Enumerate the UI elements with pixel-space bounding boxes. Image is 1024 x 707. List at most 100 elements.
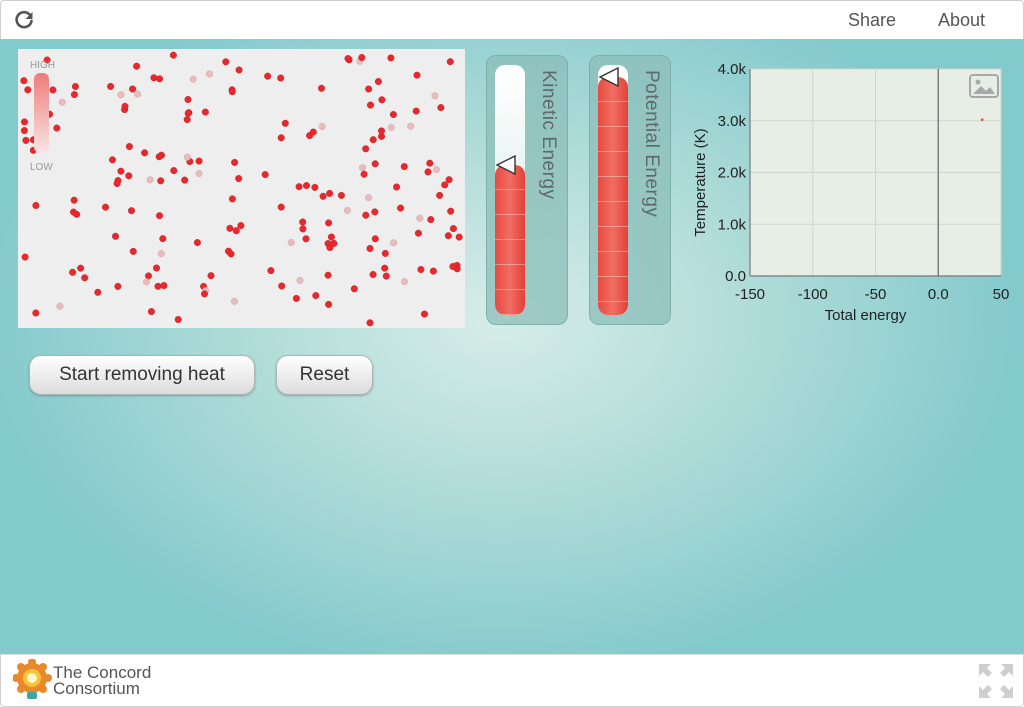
atom [296, 276, 304, 284]
atom [184, 96, 192, 104]
atom [426, 159, 434, 167]
atom [436, 191, 444, 199]
atom [58, 98, 66, 106]
data-point [980, 118, 984, 122]
atom [374, 78, 382, 86]
atom [277, 203, 285, 211]
atom [183, 153, 191, 161]
atom [371, 160, 379, 168]
atom [381, 264, 389, 272]
atom [429, 267, 437, 275]
atom [154, 282, 162, 290]
atom [441, 181, 449, 189]
atom [169, 51, 177, 59]
atom [32, 201, 40, 209]
atom [427, 216, 435, 224]
atom [378, 96, 386, 104]
atom [318, 84, 326, 92]
atoms-canvas [20, 51, 463, 327]
atom [228, 88, 236, 96]
atom [159, 235, 167, 243]
atom [160, 282, 168, 290]
potential-energy-tube [598, 65, 628, 315]
atom [235, 66, 243, 74]
atom [369, 270, 377, 278]
atom [189, 75, 197, 83]
atom [205, 70, 213, 78]
atom [156, 75, 164, 83]
kinetic-energy-gauge: Kinetic Energy [486, 55, 568, 325]
atom [325, 300, 333, 308]
atom [111, 232, 119, 240]
thermometer-high-label: HIGH [30, 60, 55, 71]
molecule-view: HIGH LOW [18, 49, 465, 328]
atom [366, 319, 374, 327]
atom [277, 134, 285, 142]
atom [299, 225, 307, 233]
x-tick-label: 0.0 [928, 286, 949, 303]
atom [237, 222, 245, 230]
kinetic-energy-pointer-icon [495, 155, 516, 175]
concord-consortium-logo [13, 659, 52, 699]
atom [121, 102, 129, 110]
reload-icon[interactable] [13, 9, 35, 31]
atom [393, 183, 401, 191]
atom [327, 233, 335, 241]
atom [21, 118, 28, 126]
atom [277, 74, 285, 82]
atom [155, 153, 163, 161]
atom [21, 253, 29, 261]
fullscreen-icon[interactable] [977, 662, 1015, 700]
kinetic-energy-tube [495, 65, 525, 315]
atom [287, 238, 295, 246]
atom [362, 211, 370, 219]
atom [32, 309, 40, 317]
atom [378, 127, 386, 135]
atom [107, 82, 115, 90]
energy-temperature-graph: -150 -100 -50 0.0 50 4.0k 3.0k 2.0k 1.0k 0.0 Total… [692, 61, 1009, 324]
atom [261, 171, 269, 179]
brand-line-2: Consortium [53, 679, 140, 698]
atom [81, 274, 89, 282]
atom [326, 243, 334, 251]
atom [267, 267, 275, 275]
y-tick-label: 2.0k [718, 165, 747, 182]
atom [344, 55, 352, 63]
atom [141, 149, 149, 157]
start-removing-heat-button[interactable]: Start removing heat [29, 355, 255, 395]
atom [302, 235, 310, 243]
about-link[interactable]: About [938, 10, 985, 31]
atom [292, 294, 300, 302]
atom [69, 268, 77, 276]
atom [365, 85, 373, 93]
atom [444, 232, 452, 240]
x-tick-label: -100 [798, 286, 828, 303]
atom [407, 122, 415, 130]
atom [387, 123, 395, 131]
atom [71, 83, 79, 91]
atom [397, 204, 405, 212]
atom [371, 235, 379, 243]
atom [413, 71, 421, 79]
atom [309, 128, 317, 136]
reset-button[interactable]: Reset [276, 355, 373, 395]
atom [117, 167, 125, 175]
atom [157, 177, 165, 185]
atom [278, 282, 286, 290]
atom [416, 214, 424, 222]
atom [195, 169, 203, 177]
atom [424, 168, 432, 176]
atom [337, 191, 345, 199]
atom [108, 156, 116, 164]
atom [325, 219, 333, 227]
atom [77, 264, 85, 272]
y-tick-label: 0.0 [725, 268, 746, 285]
atom [157, 250, 165, 258]
atom [125, 142, 133, 150]
atom [147, 308, 155, 316]
potential-energy-fill [598, 77, 628, 315]
atom [400, 163, 408, 171]
top-bar: Share About [0, 0, 1024, 40]
thermometer: HIGH LOW [28, 55, 58, 173]
share-link[interactable]: Share [848, 10, 896, 31]
